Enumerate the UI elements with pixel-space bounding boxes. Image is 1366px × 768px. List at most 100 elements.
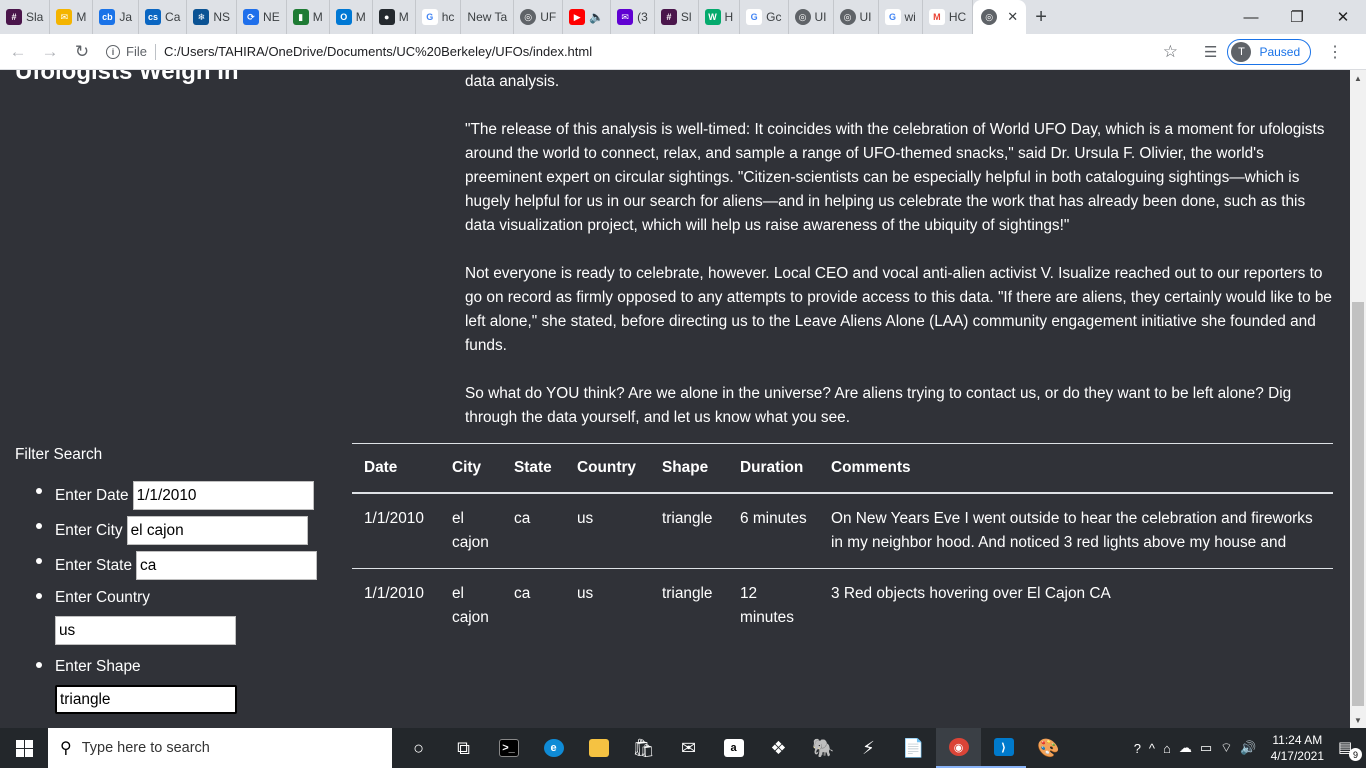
browser-tab[interactable]: ▮ M xyxy=(287,0,330,34)
ufo-sightings-table: Date City State Country Shape Duration C… xyxy=(352,443,1333,643)
header-date: Date xyxy=(352,443,440,494)
doc-icon: ▮ xyxy=(292,9,309,25)
browser-tab-active[interactable]: ◎ ✕ xyxy=(973,0,1027,34)
paint-icon[interactable]: 🎨 xyxy=(1026,728,1071,768)
browser-tab[interactable]: # Sla xyxy=(0,0,51,34)
browser-tab[interactable]: G Gc xyxy=(740,0,789,34)
browser-tab[interactable]: Ghc xyxy=(416,0,462,34)
maximize-icon[interactable]: ❐ xyxy=(1274,0,1320,34)
browser-tab[interactable]: ⟳ NE xyxy=(237,0,287,34)
wifi-icon[interactable]: ⌔ xyxy=(1220,740,1232,756)
browser-tab[interactable]: ✉ (3 xyxy=(611,0,655,34)
more-menu-icon[interactable]: ⋮ xyxy=(1327,42,1343,62)
shape-input[interactable] xyxy=(55,685,237,714)
browser-tab[interactable]: M HC xyxy=(923,0,974,34)
browser-tab[interactable]: ◎ UI xyxy=(789,0,834,34)
yahoo-mail-icon: ✉ xyxy=(617,9,634,25)
search-placeholder: Type here to search xyxy=(81,740,210,756)
browser-tab[interactable]: ◎ UI xyxy=(834,0,879,34)
battery-icon[interactable]: ▭ xyxy=(1200,740,1212,756)
browser-tab[interactable]: ● M xyxy=(373,0,416,34)
start-button[interactable] xyxy=(0,728,48,768)
browser-tab[interactable]: cs Ca xyxy=(139,0,188,34)
taskbar-clock[interactable]: 11:24 AM 4/17/2021 xyxy=(1271,732,1324,764)
browser-tab[interactable]: ✉ M xyxy=(50,0,94,34)
browser-tab[interactable]: OM xyxy=(330,0,373,34)
gmail-icon: M xyxy=(928,9,945,25)
minimize-icon[interactable]: — xyxy=(1228,0,1274,34)
onedrive-icon[interactable]: ☁ xyxy=(1179,740,1192,756)
mail-icon[interactable]: ✉ xyxy=(666,728,711,768)
article-text: data analysis. "The release of this anal… xyxy=(465,70,1335,454)
windows-logo-icon xyxy=(15,739,33,757)
browser-tab[interactable]: ❄ NS xyxy=(187,0,238,34)
system-tray: ? ^ ⌂ ☁ ▭ ⌔ 🔊 11:24 AM 4/17/2021 ▤ 9 xyxy=(1134,728,1366,768)
chevron-up-icon[interactable]: ^ xyxy=(1149,741,1155,756)
city-input[interactable] xyxy=(126,516,308,545)
browser-tab[interactable]: cb Ja xyxy=(93,0,140,34)
taskbar-apps: ○ ⧉ >_ e 🛍 ✉ a ❖ 🐘 ⚡ 📄 ◉ ⟩ 🎨 xyxy=(396,728,1071,768)
close-tab-icon[interactable]: ✕ xyxy=(1007,9,1018,25)
scrollbar-thumb[interactable] xyxy=(1352,302,1364,706)
globe-icon: ◎ xyxy=(794,9,811,25)
browser-tab[interactable]: New Ta xyxy=(461,0,515,34)
scroll-down-icon[interactable]: ▼ xyxy=(1350,712,1366,728)
notification-icon[interactable]: ▤ 9 xyxy=(1338,738,1362,761)
notes-icon[interactable]: 📄 xyxy=(891,728,936,768)
forward-icon[interactable]: → xyxy=(36,38,64,66)
cb-icon: cb xyxy=(99,9,116,25)
youtube-icon: ▶ xyxy=(569,9,586,25)
table-header-row: Date City State Country Shape Duration C… xyxy=(352,443,1333,494)
browser-tab[interactable]: Gwi xyxy=(879,0,923,34)
edge-icon[interactable]: e xyxy=(531,728,576,768)
store-icon[interactable]: 🛍 xyxy=(621,728,666,768)
globe-icon: ◎ xyxy=(839,9,856,25)
new-tab-button[interactable]: + xyxy=(1026,6,1056,29)
slash-app-icon[interactable]: ⚡ xyxy=(846,728,891,768)
browser-tab[interactable]: # Sl xyxy=(655,0,699,34)
bookmark-star-icon[interactable]: ☆ xyxy=(1163,42,1178,62)
profile-button[interactable]: T Paused xyxy=(1227,38,1312,65)
meet-now-icon[interactable]: ⌂ xyxy=(1163,741,1171,756)
state-input[interactable] xyxy=(136,551,317,580)
vscode-icon[interactable]: ⟩ xyxy=(981,728,1026,768)
browser-tab[interactable]: WH xyxy=(699,0,741,34)
page-scrollbar[interactable]: ▲ ▼ xyxy=(1350,70,1366,728)
w3-icon: W xyxy=(704,9,721,25)
dropbox-icon[interactable]: ❖ xyxy=(756,728,801,768)
browser-tab[interactable]: ▶ 🔈 xyxy=(563,0,612,34)
page-content: Ufologists Weigh In data analysis. "The … xyxy=(0,70,1350,728)
task-view-icon[interactable]: ⧉ xyxy=(441,728,486,768)
back-icon[interactable]: ← xyxy=(4,38,32,66)
header-comments: Comments xyxy=(819,443,1333,494)
cs-icon: cs xyxy=(145,9,162,25)
cortana-icon[interactable]: ○ xyxy=(396,728,441,768)
date-input[interactable] xyxy=(132,481,314,510)
reading-list-icon[interactable]: ☰ xyxy=(1204,43,1217,61)
close-window-icon[interactable]: ✕ xyxy=(1320,0,1366,34)
filter-list: Enter Date Enter City Enter State Enter … xyxy=(15,478,335,721)
article-paragraph: Not everyone is ready to celebrate, howe… xyxy=(465,265,1332,354)
country-input[interactable] xyxy=(55,616,236,645)
cell-shape: triangle xyxy=(662,585,713,602)
article-paragraph: So what do YOU think? Are we alone in th… xyxy=(465,385,1292,426)
address-bar[interactable]: i File C:/Users/TAHIRA/OneDrive/Document… xyxy=(106,38,1196,66)
amazon-icon[interactable]: a xyxy=(711,728,756,768)
state-label: Enter State xyxy=(55,556,132,574)
postgres-icon[interactable]: 🐘 xyxy=(801,728,846,768)
google-icon: G xyxy=(884,9,901,25)
cell-shape: triangle xyxy=(650,493,728,569)
cell-city: el cajon xyxy=(452,585,489,626)
filter-item-date: Enter Date xyxy=(15,478,335,513)
help-icon[interactable]: ? xyxy=(1134,741,1141,756)
file-explorer-icon[interactable] xyxy=(576,728,621,768)
scroll-up-icon[interactable]: ▲ xyxy=(1350,70,1366,86)
taskbar-search[interactable]: ⚲ Type here to search xyxy=(48,728,392,768)
chrome-icon[interactable]: ◉ xyxy=(936,728,981,768)
terminal-icon[interactable]: >_ xyxy=(486,728,531,768)
browser-tab[interactable]: ◎ UF xyxy=(514,0,564,34)
article-paragraph: "The release of this analysis is well-ti… xyxy=(465,121,1325,234)
info-icon[interactable]: i xyxy=(106,44,120,59)
reload-icon[interactable]: ↻ xyxy=(68,38,96,66)
volume-icon[interactable]: 🔊 xyxy=(1240,740,1256,756)
